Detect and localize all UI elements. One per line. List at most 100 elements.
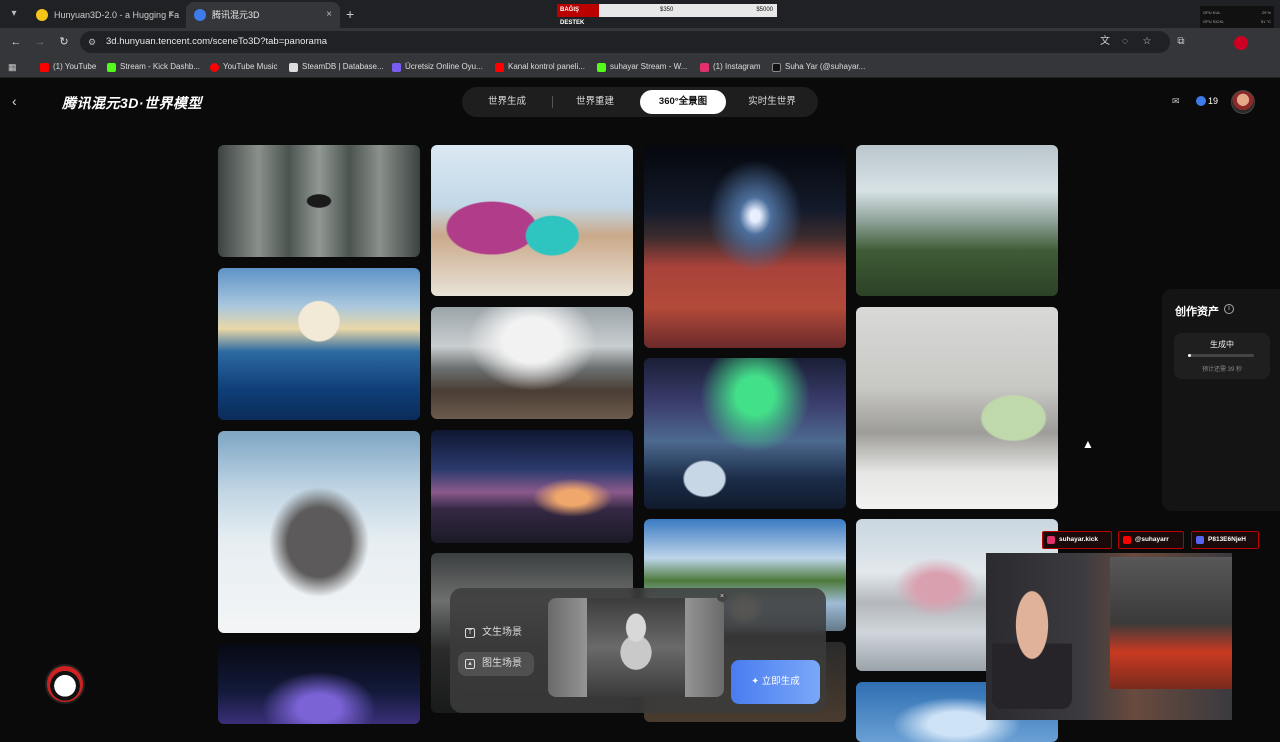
sparkle-icon: ✦ (751, 676, 762, 687)
donation-label: BAĞIŞ DESTEK (557, 4, 599, 26)
user-avatar[interactable] (1231, 90, 1255, 114)
youtube-music-icon (210, 63, 219, 72)
credits-balance[interactable]: 19 (1194, 92, 1222, 110)
car-poster (1110, 557, 1232, 689)
credits-value: 19 (1208, 96, 1219, 106)
bookmarks-bar: ▦ (1) YouTube Stream - Kick Dashb... You… (0, 56, 1280, 78)
remove-image-icon[interactable]: × (717, 592, 727, 602)
mode-image-to-scene[interactable]: ▴ 图生场景 (458, 652, 534, 676)
reload-icon[interactable]: ↻ (56, 34, 72, 50)
bookmark-online-games[interactable]: Ücretsiz Online Oyu... (392, 59, 483, 75)
social-discord: P813E6NjeH (1191, 531, 1259, 549)
tab-world-reconstruction[interactable]: 世界重建 (556, 90, 634, 114)
hw-row: GPU KUL 29 % (1203, 10, 1271, 15)
youtube-icon (1123, 536, 1131, 544)
youtube-icon (40, 63, 49, 72)
job-eta: 预计还需 39 秒 (1201, 367, 1242, 373)
mode-label: 文生场景 (482, 627, 522, 638)
panorama-card-coral-lagoon[interactable] (431, 145, 633, 296)
address-bar-row: ← → ↻ ⚙ 3d.hunyuan.tencent.com/sceneTo3D… (0, 28, 1280, 56)
discord-icon (1196, 536, 1204, 544)
bookmark-tiktok[interactable]: Suha Yar (@suhayar... (772, 59, 865, 75)
eye-off-icon[interactable]: ◌ (1118, 34, 1132, 50)
panorama-card-rocky-coast[interactable] (431, 307, 633, 419)
social-kick: suhayar.kick (1042, 531, 1112, 549)
youtube-icon (495, 63, 504, 72)
uploaded-image-preview (548, 598, 724, 697)
app-main: ‹ 腾讯混元3D·世界模型 世界生成 世界重建 360°全景图 实时生世界 ✉ … (0, 79, 1280, 742)
close-tab-icon[interactable]: × (168, 2, 174, 28)
translate-icon[interactable]: 文 (1098, 34, 1112, 50)
panorama-card-sailboat-sea[interactable] (218, 268, 420, 420)
bookmark-instagram[interactable]: (1) Instagram (700, 59, 761, 75)
url-text: 3d.hunyuan.tencent.com/sceneTo3D?tab=pan… (106, 36, 328, 47)
panorama-card-dusk-valley[interactable] (431, 430, 633, 543)
job-progress-bar (1188, 354, 1254, 357)
robot-image (587, 598, 685, 697)
kick-icon (597, 63, 606, 72)
tab-title: 腾讯混元3D (212, 10, 260, 20)
bookmark-channel-dashboard[interactable]: Kanal kontrol paneli... (495, 59, 585, 75)
new-tab-button[interactable]: + (346, 4, 360, 24)
tab-world-generation[interactable]: 世界生成 (468, 90, 546, 114)
brand-title: 腾讯混元3D·世界模型 (62, 95, 203, 111)
text-icon: T (465, 628, 475, 638)
streamer (992, 589, 1072, 709)
panorama-card-space-night[interactable] (218, 644, 420, 724)
panorama-card-white-room[interactable] (856, 307, 1058, 509)
social-youtube: @suhayarr (1118, 531, 1184, 549)
panorama-card-red-planet[interactable] (644, 145, 846, 348)
assets-panel: 创作资产 i 生成中 预计还需 39 秒 (1162, 289, 1280, 511)
instagram-icon (700, 63, 709, 72)
bookmark-youtube-music[interactable]: YouTube Music (210, 59, 278, 75)
panorama-card-aurora[interactable] (644, 358, 846, 509)
panorama-card-snow-mountain[interactable] (218, 431, 420, 633)
hunyuan-favicon-icon (194, 9, 206, 21)
site-info-icon[interactable]: ⚙ (88, 36, 100, 48)
donation-current: $350 (660, 7, 674, 13)
apps-grid-icon[interactable]: ▦ (8, 61, 20, 73)
browser-tab-bar: ▾ Hunyuan3D-2.0 - a Hugging Fa × 腾讯混元3D … (0, 0, 1280, 46)
donation-goal: $5000 (756, 7, 773, 13)
forward-arrow-icon[interactable]: → (32, 34, 48, 50)
close-tab-icon[interactable]: × (326, 2, 332, 28)
browser-tab-huggingface[interactable]: Hunyuan3D-2.0 - a Hugging Fa × (28, 2, 182, 28)
bookmark-steamdb[interactable]: SteamDB | Database... (289, 59, 384, 75)
instagram-icon (1047, 536, 1055, 544)
donation-goal-bar: BAĞIŞ DESTEK $350 $5000 (557, 4, 777, 26)
kick-icon (107, 63, 116, 72)
bookmark-kick[interactable]: Stream - Kick Dashb... (107, 59, 200, 75)
webcam-overlay (986, 553, 1232, 720)
back-chevron-icon[interactable]: ‹ (12, 93, 26, 109)
hw-row: GPU SICKL 51 °C (1203, 19, 1271, 24)
panorama-card-green-hills[interactable] (856, 145, 1058, 296)
generation-job[interactable]: 生成中 预计还需 39 秒 (1174, 333, 1270, 379)
mouse-cursor-icon: ▲ (1082, 437, 1094, 451)
browser-tab-hunyuan[interactable]: 腾讯混元3D × (186, 2, 340, 28)
assets-panel-title: 创作资产 (1175, 306, 1219, 318)
tab-search-icon[interactable]: ▾ (6, 6, 22, 22)
mode-tabs: 世界生成 世界重建 360°全景图 实时生世界 (462, 87, 818, 117)
generate-button[interactable]: ✦ 立即生成 (731, 660, 820, 704)
tab-divider (552, 96, 553, 108)
job-status: 生成中 (1210, 340, 1234, 349)
url-input[interactable]: ⚙ 3d.hunyuan.tencent.com/sceneTo3D?tab=p… (80, 31, 1170, 53)
mode-label: 图生场景 (482, 658, 522, 669)
image-icon: ▴ (465, 659, 475, 669)
job-progress-fill (1188, 354, 1192, 357)
tab-realtime-world[interactable]: 实时生世界 (732, 90, 812, 114)
mascot-logo (45, 664, 85, 704)
tab-panorama[interactable]: 360°全景图 (640, 90, 726, 114)
info-icon[interactable]: i (1224, 304, 1234, 314)
back-arrow-icon[interactable]: ← (8, 34, 24, 50)
profile-avatar[interactable] (1234, 36, 1248, 50)
panorama-card-tunnel[interactable] (218, 145, 420, 257)
bookmark-kick-stream[interactable]: suhayar Stream - W... (597, 59, 687, 75)
mail-icon[interactable]: ✉ (1172, 94, 1186, 108)
bookmark-youtube[interactable]: (1) YouTube (40, 59, 96, 75)
mode-text-to-scene[interactable]: T 文生场景 (458, 621, 534, 645)
steamdb-icon (289, 63, 298, 72)
extensions-icon[interactable]: ⧉ (1174, 34, 1188, 50)
tab-title: Hunyuan3D-2.0 - a Hugging Fa (54, 10, 180, 20)
bookmark-star-icon[interactable]: ☆ (1140, 34, 1154, 50)
